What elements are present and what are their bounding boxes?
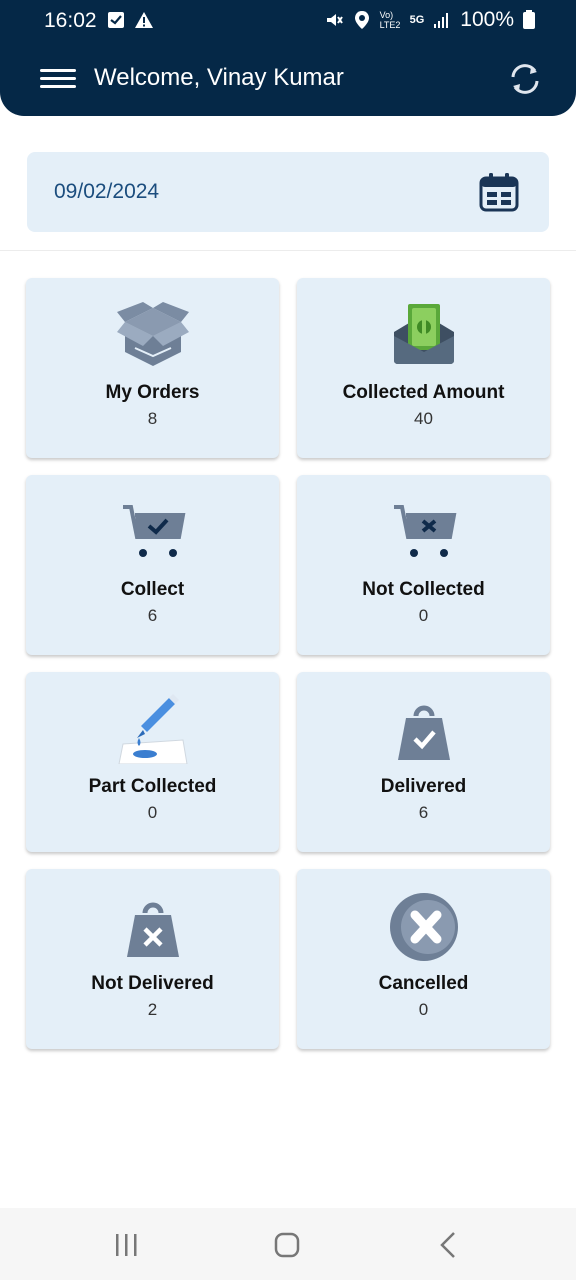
bag-x-icon xyxy=(126,902,179,957)
cart-x-icon xyxy=(393,505,456,557)
card-collected-amount[interactable]: Collected Amount 40 xyxy=(297,278,550,458)
title-row: Welcome, Vinay Kumar xyxy=(0,56,576,100)
card-count: 0 xyxy=(418,606,429,625)
card-label: Collected Amount xyxy=(342,382,505,403)
pen-drop-icon xyxy=(117,694,188,764)
home-icon[interactable] xyxy=(267,1230,307,1260)
card-not-delivered[interactable]: Not Delivered 2 xyxy=(26,869,279,1049)
card-label: Cancelled xyxy=(378,973,469,994)
hamburger-menu-icon[interactable] xyxy=(40,64,76,92)
message-notification-icon xyxy=(108,12,124,28)
app-header: 16:02 Vo) LTE2 5G 100% Welcome, Vinay Ku… xyxy=(0,0,576,116)
card-not-collected[interactable]: Not Collected 0 xyxy=(297,475,550,655)
status-notification-icons xyxy=(106,10,154,30)
carrier-label: Vo) LTE2 xyxy=(379,10,401,30)
signal-icon xyxy=(434,13,449,28)
box-icon xyxy=(116,302,189,366)
refresh-icon[interactable] xyxy=(505,59,545,99)
welcome-title: Welcome, Vinay Kumar xyxy=(94,64,344,91)
divider xyxy=(0,250,576,251)
card-count: 40 xyxy=(414,409,433,428)
card-count: 0 xyxy=(147,803,158,822)
warning-icon xyxy=(135,12,153,28)
card-count: 6 xyxy=(147,606,158,625)
cash-envelope-icon xyxy=(393,304,454,364)
back-icon[interactable] xyxy=(428,1230,468,1260)
card-label: Part Collected xyxy=(88,776,217,797)
card-count: 8 xyxy=(147,409,158,428)
network-label: 5G xyxy=(409,14,425,26)
card-collect[interactable]: Collect 6 xyxy=(26,475,279,655)
card-cancelled[interactable]: Cancelled 0 xyxy=(297,869,550,1049)
card-count: 6 xyxy=(418,803,429,822)
status-bar: 16:02 Vo) LTE2 5G 100% xyxy=(0,0,576,42)
card-part-collected[interactable]: Part Collected 0 xyxy=(26,672,279,852)
date-picker-field[interactable]: 09/02/2024 xyxy=(27,152,549,232)
card-label: My Orders xyxy=(105,382,200,403)
card-my-orders[interactable]: My Orders 8 xyxy=(26,278,279,458)
card-label: Not Delivered xyxy=(91,973,214,994)
card-delivered[interactable]: Delivered 6 xyxy=(297,672,550,852)
recent-apps-icon[interactable] xyxy=(106,1230,146,1260)
status-right-icons: Vo) LTE2 5G 100% xyxy=(324,8,536,32)
card-label: Delivered xyxy=(380,776,467,797)
cancel-circle-icon xyxy=(389,893,458,961)
date-value: 09/02/2024 xyxy=(54,180,160,203)
status-time: 16:02 xyxy=(44,9,97,32)
location-icon xyxy=(354,11,369,29)
card-count: 2 xyxy=(147,1000,158,1019)
cart-check-icon xyxy=(122,505,185,557)
bag-check-icon xyxy=(397,705,450,760)
card-count: 0 xyxy=(418,1000,429,1019)
battery-percent: 100% xyxy=(460,8,514,31)
mute-icon xyxy=(326,14,343,26)
calendar-icon[interactable] xyxy=(479,172,519,212)
card-label: Not Collected xyxy=(362,579,485,600)
battery-icon xyxy=(523,10,535,29)
card-label: Collect xyxy=(120,579,185,600)
system-navigation-bar xyxy=(0,1208,576,1280)
